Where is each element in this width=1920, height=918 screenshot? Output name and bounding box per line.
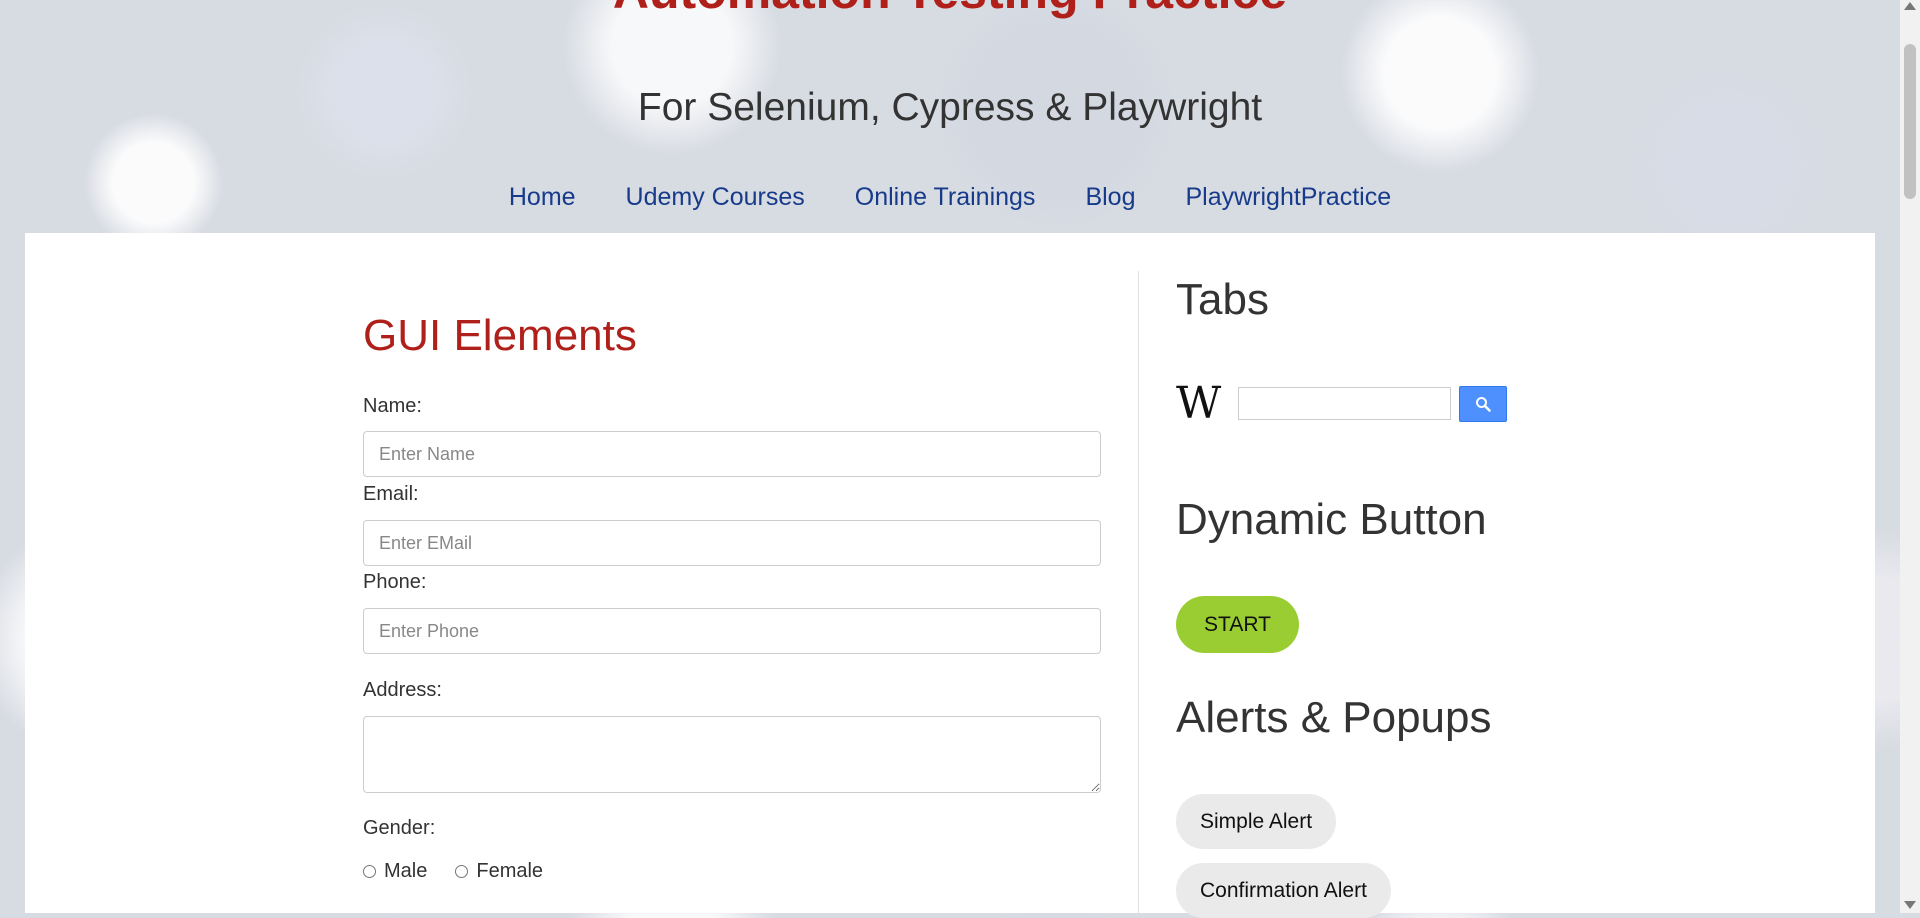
- male-radio[interactable]: [363, 865, 376, 878]
- address-textarea[interactable]: [363, 716, 1101, 793]
- alerts-popups-title: Alerts & Popups: [1176, 693, 1492, 742]
- address-label: Address:: [363, 679, 442, 701]
- nav-playwright-practice-link[interactable]: PlaywrightPractice: [1185, 183, 1391, 212]
- female-radio-label: Female: [476, 860, 544, 882]
- wikipedia-search-input[interactable]: [1238, 387, 1451, 420]
- nav-udemy-courses-link[interactable]: Udemy Courses: [626, 183, 805, 212]
- confirmation-alert-button[interactable]: Confirmation Alert: [1176, 863, 1391, 918]
- wikipedia-logo-icon: W: [1176, 378, 1222, 429]
- nav-blog-link[interactable]: Blog: [1085, 183, 1135, 212]
- scroll-down-arrow-icon[interactable]: [1904, 901, 1916, 909]
- vertical-scrollbar[interactable]: [1900, 0, 1920, 913]
- scrollbar-thumb[interactable]: [1904, 44, 1916, 199]
- male-radio-label: Male: [384, 860, 428, 882]
- site-subtitle: For Selenium, Cypress & Playwright: [637, 86, 1263, 129]
- main-nav: Home Udemy Courses Online Trainings Blog…: [0, 183, 1900, 212]
- phone-label: Phone:: [363, 571, 427, 593]
- simple-alert-button[interactable]: Simple Alert: [1176, 794, 1337, 849]
- gui-elements-title: GUI Elements: [363, 311, 637, 360]
- search-icon: [1476, 396, 1491, 412]
- name-input[interactable]: [363, 431, 1101, 477]
- wikipedia-search-widget: W: [1176, 378, 1507, 429]
- email-label: Email:: [363, 483, 419, 505]
- gender-label: Gender:: [363, 817, 436, 839]
- name-label: Name:: [363, 395, 422, 417]
- nav-home-link[interactable]: Home: [509, 183, 576, 212]
- nav-online-trainings-link[interactable]: Online Trainings: [855, 183, 1036, 212]
- wikipedia-search-button[interactable]: [1459, 385, 1507, 422]
- site-title: Automation Testing Practice: [0, 0, 1900, 20]
- start-button[interactable]: START: [1176, 596, 1299, 653]
- main-content: GUI Elements Name: Email: Phone: Address…: [25, 233, 1875, 918]
- column-divider: [1138, 271, 1139, 913]
- phone-input[interactable]: [363, 608, 1101, 654]
- dynamic-button-title: Dynamic Button: [1176, 495, 1487, 544]
- tabs-title: Tabs: [1176, 275, 1269, 324]
- gender-radio-group: Male Female: [363, 860, 543, 883]
- email-input[interactable]: [363, 520, 1101, 566]
- scroll-up-arrow-icon[interactable]: [1904, 2, 1916, 10]
- female-radio[interactable]: [455, 865, 469, 878]
